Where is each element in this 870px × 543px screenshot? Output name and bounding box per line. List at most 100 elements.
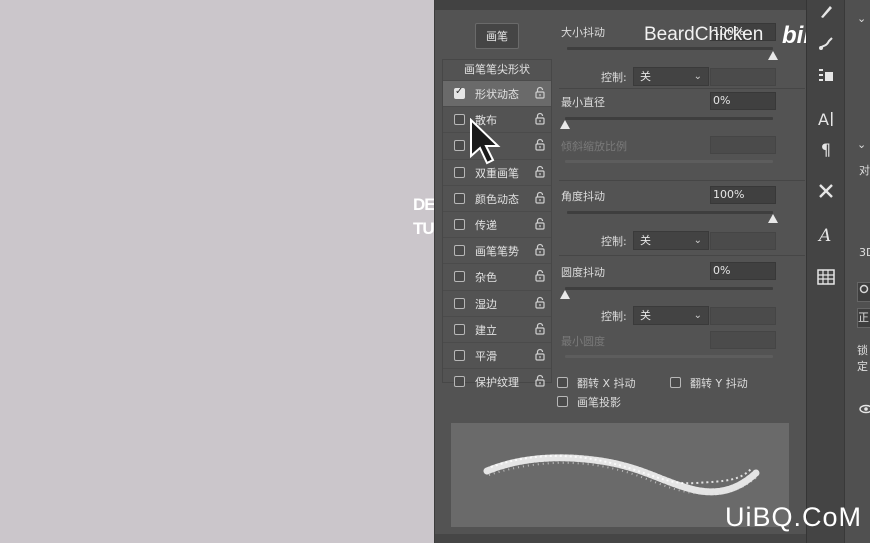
lock-icon[interactable] <box>535 322 545 335</box>
brush-option-checkbox[interactable] <box>454 376 465 388</box>
collapse-chevron-icon[interactable]: ⌄ <box>857 12 866 25</box>
lock-icon[interactable] <box>535 86 545 99</box>
lock-icon[interactable] <box>535 348 545 361</box>
brush-option-item[interactable]: 湿边 <box>443 289 551 316</box>
min-diameter-slider[interactable] <box>565 117 773 120</box>
layers-panel-edge: ⌄ ⌄ 对 3D 正 锁定 <box>844 0 870 543</box>
glyphs-icon[interactable]: A <box>815 224 837 246</box>
lock-icon[interactable] <box>535 112 545 125</box>
flip-y-checkbox[interactable] <box>670 377 681 388</box>
brush-option-checkbox[interactable] <box>454 271 465 283</box>
divider <box>559 88 805 89</box>
lock-icon[interactable] <box>535 374 545 387</box>
angle-jitter-label: 角度抖动 <box>561 190 605 203</box>
mouse-cursor-icon <box>468 117 502 169</box>
roundness-jitter-label: 圆度抖动 <box>561 266 605 279</box>
brush-option-checkbox[interactable] <box>454 166 465 178</box>
lock-icon[interactable] <box>535 138 545 151</box>
brush-projection-checkbox[interactable] <box>557 396 568 407</box>
brush-option-item[interactable]: 杂色 <box>443 263 551 289</box>
min-roundness-label: 最小圆度 <box>561 335 605 348</box>
divider <box>559 255 805 256</box>
tilt-scale-field <box>710 136 776 154</box>
brush-option-checkbox[interactable] <box>454 140 465 152</box>
size-jitter-label: 大小抖动 <box>561 26 605 39</box>
brush-option-label: 平滑 <box>475 349 497 363</box>
brush-option-item[interactable]: 传递 <box>443 210 551 237</box>
brush-option-checkbox[interactable] <box>454 323 465 335</box>
divider <box>559 180 805 181</box>
flip-x-checkbox[interactable] <box>557 377 568 388</box>
brush-option-checkbox[interactable] <box>454 192 465 204</box>
brush-option-item[interactable]: 平滑 <box>443 341 551 368</box>
flip-y-label: 翻转 Y 抖动 <box>690 377 748 390</box>
lock-icon[interactable] <box>535 269 545 282</box>
roundness-jitter-thumb[interactable] <box>560 290 570 299</box>
brush-option-label: 画笔笔势 <box>475 245 519 259</box>
tools-icon[interactable] <box>815 180 837 202</box>
lock-icon[interactable] <box>535 165 545 178</box>
brush-option-checkbox[interactable] <box>454 245 465 257</box>
min-diameter-thumb[interactable] <box>560 120 570 129</box>
lock-icon[interactable] <box>535 296 545 309</box>
control3-select[interactable]: 关 ⌄ <box>633 306 709 325</box>
brush-option-item[interactable]: 形状动态 <box>443 80 551 107</box>
angle-jitter-slider[interactable] <box>567 211 773 214</box>
character-icon[interactable]: A <box>815 108 837 130</box>
brush-option-label: 颜色动态 <box>475 192 519 206</box>
control3-extra-field <box>710 307 776 325</box>
brush-options-list: 画笔笔尖形状 形状动态散布双重画笔颜色动态传递画笔笔势杂色湿边建立平滑保护纹理 <box>442 59 552 389</box>
size-jitter-thumb[interactable] <box>768 51 778 60</box>
control2-select-value: 关 <box>640 234 651 247</box>
brush-tool-icon[interactable] <box>815 0 837 22</box>
control3-label: 控制: <box>601 310 627 323</box>
svg-text:A: A <box>817 226 831 244</box>
brush-option-item[interactable]: 建立 <box>443 315 551 342</box>
brush-option-item[interactable]: 颜色动态 <box>443 184 551 211</box>
canvas-area[interactable] <box>0 0 434 543</box>
brush-option-label: 传递 <box>475 218 497 232</box>
roundness-jitter-field[interactable]: 0% <box>710 262 776 280</box>
tilt-scale-slider <box>565 160 773 163</box>
brush-option-checkbox[interactable] <box>454 349 465 361</box>
lock-icon[interactable] <box>535 191 545 204</box>
min-diameter-field[interactable]: 0% <box>710 92 776 110</box>
lock-icon[interactable] <box>535 243 545 256</box>
panel-tab-bar <box>435 0 807 10</box>
brush-option-checkbox[interactable] <box>454 297 465 309</box>
chevron-down-icon: ⌄ <box>693 235 702 246</box>
control2-label: 控制: <box>601 235 627 248</box>
search-icon[interactable] <box>857 282 870 302</box>
brush-projection-label: 画笔投影 <box>577 396 621 409</box>
lock-icon[interactable] <box>535 217 545 230</box>
clone-source-icon[interactable] <box>815 64 837 86</box>
brush-tip-shape-header[interactable]: 画笔笔尖形状 <box>443 60 551 80</box>
control-select[interactable]: 关 ⌄ <box>633 67 709 86</box>
panel-tab-3d[interactable]: 3D <box>859 246 870 259</box>
roundness-jitter-slider[interactable] <box>565 287 773 290</box>
brush-option-checkbox[interactable] <box>454 218 465 230</box>
brush-option-checkbox[interactable] <box>454 86 465 99</box>
brush-option-item[interactable]: 保护纹理 <box>443 368 551 394</box>
paragraph-icon[interactable]: ¶ <box>815 138 837 160</box>
angle-jitter-field[interactable]: 100% <box>710 186 776 204</box>
brush-option-item[interactable]: 画笔笔势 <box>443 237 551 263</box>
control2-select[interactable]: 关 ⌄ <box>633 231 709 250</box>
brush-option-label: 建立 <box>475 323 497 337</box>
chevron-down-icon: ⌄ <box>693 71 702 82</box>
size-jitter-slider[interactable] <box>567 47 773 50</box>
watermark-credit: BeardChicken <box>644 24 764 45</box>
table-icon[interactable] <box>815 266 837 288</box>
brush-option-checkbox[interactable] <box>454 114 465 126</box>
min-diameter-label: 最小直径 <box>561 96 605 109</box>
right-toolbar: A ¶ A <box>806 0 845 543</box>
tilt-scale-label: 倾斜缩放比例 <box>561 140 627 153</box>
canvas-text-top: DE <box>413 195 436 214</box>
brush-button[interactable]: 画笔 <box>475 23 519 49</box>
collapse-chevron-icon-2[interactable]: ⌄ <box>857 138 866 151</box>
eye-icon[interactable] <box>859 404 870 417</box>
brush-settings-icon[interactable] <box>815 32 837 54</box>
blend-mode-select[interactable]: 正 <box>857 308 870 328</box>
brush-option-label: 杂色 <box>475 271 497 285</box>
angle-jitter-thumb[interactable] <box>768 214 778 223</box>
